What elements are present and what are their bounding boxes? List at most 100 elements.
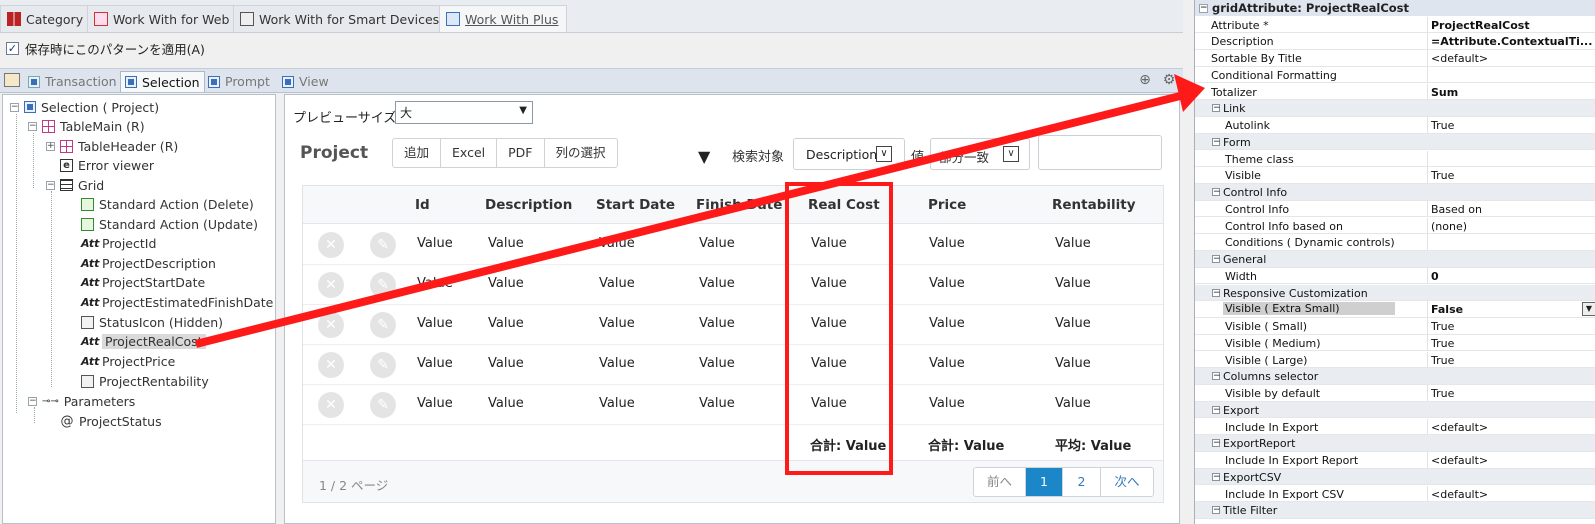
collapse-icon[interactable]: − [1212, 506, 1221, 515]
property-value[interactable]: <default> [1431, 421, 1488, 434]
property-section[interactable]: − Link [1195, 100, 1595, 117]
search-input[interactable] [1038, 135, 1162, 170]
tab-work-with-smart-devices[interactable]: Work With for Smart Devices [233, 5, 449, 32]
tree-node-selection[interactable]: − Selection ( Project) [10, 98, 159, 116]
delete-row-icon[interactable]: ✕ [318, 392, 344, 418]
collapse-icon[interactable]: − [1212, 104, 1221, 113]
property-section[interactable]: − General [1195, 251, 1595, 268]
tab-prompt[interactable]: Prompt [204, 71, 274, 92]
property-row[interactable]: Visible True [1195, 167, 1595, 184]
tree-node-projectstatus[interactable]: @ ProjectStatus [60, 412, 162, 430]
tree-node-grid[interactable]: − Grid [46, 176, 104, 194]
expand-icon[interactable]: + [46, 141, 55, 151]
edit-row-icon[interactable]: ✎ [370, 272, 396, 298]
collapse-icon[interactable]: − [1212, 288, 1221, 297]
delete-row-icon[interactable]: ✕ [318, 232, 344, 258]
collapse-icon[interactable]: − [1212, 255, 1221, 264]
property-row[interactable]: Attribute * ProjectRealCost [1195, 16, 1595, 34]
edit-row-icon[interactable]: ✎ [370, 232, 396, 258]
tab-work-with-web[interactable]: Work With for Web [87, 5, 239, 32]
tree-node-projectprice[interactable]: Att ProjectPrice [81, 352, 175, 370]
tree-node-projectstartdate[interactable]: Att ProjectStartDate [81, 273, 205, 291]
column-header[interactable]: Start Date [596, 197, 675, 213]
column-header[interactable]: Price [928, 197, 966, 213]
property-value[interactable]: ProjectRealCost [1431, 19, 1530, 32]
property-row[interactable]: Include In Export Report <default> [1195, 452, 1595, 469]
match-type-select[interactable]: 部分一致 ∨ [930, 138, 1030, 170]
property-value[interactable]: <default> [1431, 52, 1488, 65]
column-header[interactable]: Id [415, 197, 430, 213]
delete-row-icon[interactable]: ✕ [318, 272, 344, 298]
property-section[interactable]: − ExportCSV [1195, 468, 1595, 486]
property-row[interactable]: Conditional Formatting [1195, 66, 1595, 84]
tab-selection[interactable]: Selection [120, 71, 205, 92]
column-header[interactable]: Description [485, 197, 572, 213]
collapse-icon[interactable]: − [46, 180, 55, 190]
tree-node-action-delete[interactable]: Standard Action (Delete) [81, 195, 254, 213]
delete-row-icon[interactable]: ✕ [318, 312, 344, 338]
collapse-icon[interactable]: − [28, 396, 37, 406]
property-value[interactable]: True [1431, 354, 1454, 367]
tab-work-with-plus[interactable]: Work With Plus [439, 5, 568, 32]
property-value[interactable]: =Attribute.ContextualTi... [1431, 35, 1592, 48]
property-section[interactable]: − Responsive Customization [1195, 284, 1595, 302]
property-row[interactable]: Width 0 [1195, 267, 1595, 285]
prev-page-button[interactable]: 前へ [974, 468, 1026, 496]
property-value[interactable]: <default> [1431, 454, 1488, 467]
edit-row-icon[interactable]: ✎ [370, 312, 396, 338]
delete-row-icon[interactable]: ✕ [318, 352, 344, 378]
property-row[interactable]: Visible ( Medium) True [1195, 334, 1595, 352]
collapse-icon[interactable]: − [1199, 3, 1208, 13]
property-row[interactable]: Visible by default True [1195, 385, 1595, 402]
property-value[interactable]: False [1431, 303, 1463, 316]
preview-size-select[interactable]: 大 ▼ [395, 101, 533, 124]
dropdown-arrow-icon[interactable]: ▼ [1582, 302, 1595, 317]
tree-node-tableheader[interactable]: + TableHeader (R) [46, 137, 178, 155]
property-row[interactable]: Visible ( Small) True [1195, 318, 1595, 335]
collapse-icon[interactable]: − [10, 102, 19, 112]
collapse-icon[interactable]: − [28, 121, 37, 131]
search-field-select[interactable]: Description ∨ [793, 138, 905, 170]
property-value[interactable]: <default> [1431, 488, 1488, 501]
tree-node-projectrealcost[interactable]: Att ProjectRealCost [81, 332, 206, 350]
column-header[interactable]: Finish Date [696, 197, 782, 213]
tree-node-projectestimatedfinishdate[interactable]: Att ProjectEstimatedFinishDate [81, 293, 273, 311]
apply-pattern-checkbox[interactable]: ✓ [6, 42, 19, 55]
property-section[interactable]: − Columns selector [1195, 368, 1595, 385]
property-value[interactable]: Based on [1431, 203, 1482, 216]
property-value[interactable]: True [1431, 387, 1454, 400]
property-section[interactable]: − Control Info [1195, 184, 1595, 201]
property-section[interactable]: − ExportReport [1195, 435, 1595, 452]
property-value[interactable]: Sum [1431, 86, 1458, 99]
tree-node-tablemain[interactable]: − TableMain (R) [28, 117, 145, 135]
pdf-button[interactable]: PDF [497, 139, 545, 167]
next-page-button[interactable]: 次へ [1101, 468, 1153, 496]
collapse-icon[interactable]: − [1212, 372, 1221, 381]
pattern-settings-icon[interactable] [4, 73, 20, 87]
property-row[interactable]: Control Info based on (none) [1195, 217, 1595, 235]
property-value[interactable]: (none) [1431, 220, 1467, 233]
tree-node-action-update[interactable]: Standard Action (Update) [81, 215, 258, 233]
property-section[interactable]: − Title Filter [1195, 502, 1595, 519]
collapse-icon[interactable]: − [1212, 405, 1221, 414]
tab-transaction[interactable]: Transaction [24, 71, 121, 92]
excel-button[interactable]: Excel [441, 139, 498, 167]
property-value[interactable]: True [1431, 119, 1454, 132]
tree-node-projectdescription[interactable]: Att ProjectDescription [81, 254, 216, 272]
property-row[interactable]: Conditions ( Dynamic controls) [1195, 234, 1595, 251]
property-value[interactable]: 0 [1431, 270, 1439, 283]
collapse-icon[interactable]: − [1212, 439, 1221, 448]
property-row[interactable]: Autolink True [1195, 117, 1595, 134]
property-row[interactable]: Visible ( Extra Small) False ▼ [1195, 301, 1595, 318]
page-2-button[interactable]: 2 [1063, 468, 1101, 496]
tree-node-statusicon[interactable]: StatusIcon (Hidden) [81, 313, 223, 331]
add-node-icon[interactable]: ⊕ [1136, 71, 1154, 89]
property-section[interactable]: − Form [1195, 133, 1595, 151]
tree-node-error-viewer[interactable]: e Error viewer [60, 156, 154, 174]
property-value[interactable]: True [1431, 320, 1454, 333]
column-select-button[interactable]: 列の選択 [545, 139, 617, 167]
edit-row-icon[interactable]: ✎ [370, 352, 396, 378]
collapse-icon[interactable]: − [1212, 188, 1221, 197]
collapse-icon[interactable]: − [1212, 137, 1221, 146]
apply-pattern-checkbox-row[interactable]: ✓ 保存時にこのパターンを適用(A) [6, 39, 205, 58]
